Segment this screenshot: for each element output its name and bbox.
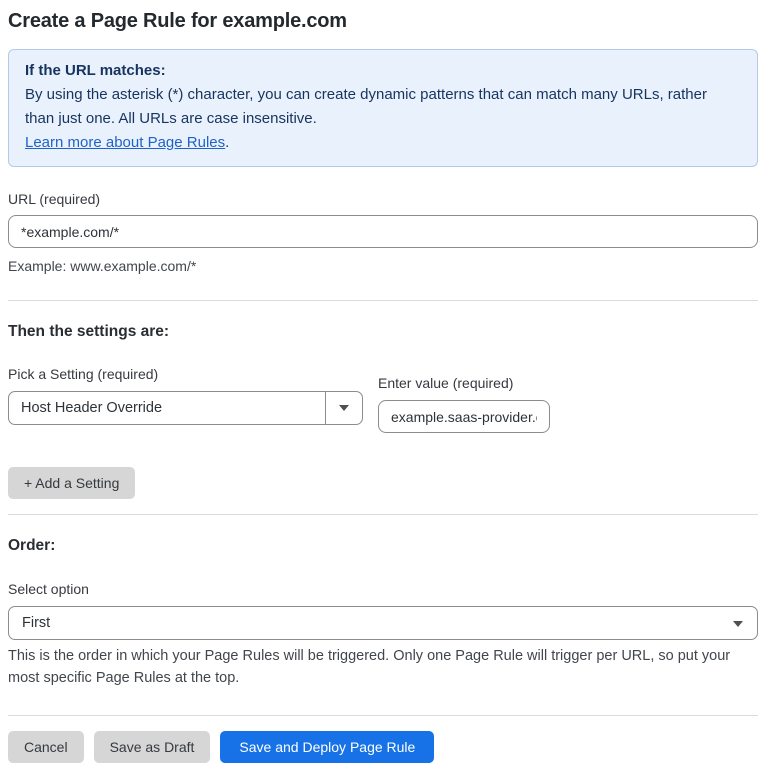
url-label: URL (required) (8, 191, 101, 207)
settings-row: Pick a Setting (required) Host Header Ov… (8, 366, 758, 433)
footer-actions: Cancel Save as Draft Save and Deploy Pag… (8, 731, 758, 763)
learn-more-link[interactable]: Learn more about Page Rules (25, 134, 225, 151)
order-helper-text: This is the order in which your Page Rul… (8, 648, 731, 686)
chevron-down-icon (339, 405, 349, 411)
enter-value-column: Enter value (required) (378, 366, 550, 433)
save-as-draft-button[interactable]: Save as Draft (93, 731, 211, 763)
add-setting-button[interactable]: + Add a Setting (8, 467, 136, 499)
info-box-link-line: Learn more about Page Rules. (25, 131, 741, 155)
url-section: URL (required) Example: www.example.com/… (8, 191, 758, 277)
pick-setting-label: Pick a Setting (required) (8, 366, 159, 382)
setting-value-input[interactable] (378, 400, 550, 433)
page-title: Create a Page Rule for example.com (8, 10, 347, 32)
cancel-button[interactable]: Cancel (8, 731, 84, 763)
divider (8, 300, 758, 301)
divider (8, 514, 758, 515)
create-page-rule-form: Create a Page Rule for example.com If th… (0, 0, 772, 777)
settings-heading: Then the settings are: (8, 323, 170, 340)
chevron-down-icon (733, 621, 743, 627)
info-box: If the URL matches: By using the asteris… (8, 49, 758, 167)
select-option-label: Select option (8, 581, 89, 597)
info-box-body: By using the asterisk (*) character, you… (25, 86, 707, 127)
setting-dropdown[interactable]: Host Header Override (8, 391, 363, 425)
pick-setting-column: Pick a Setting (required) Host Header Ov… (8, 366, 363, 425)
url-example-helper: Example: www.example.com/* (8, 258, 197, 274)
order-heading: Order: (8, 537, 56, 554)
enter-value-label: Enter value (required) (378, 375, 514, 391)
divider (8, 715, 758, 716)
order-select[interactable]: First (8, 606, 758, 640)
setting-dropdown-value: Host Header Override (21, 400, 163, 416)
url-input[interactable] (8, 215, 758, 248)
save-and-deploy-button[interactable]: Save and Deploy Page Rule (220, 731, 435, 763)
setting-dropdown-arrow-button[interactable] (325, 392, 362, 424)
link-period: . (225, 134, 230, 151)
info-box-heading: If the URL matches: (25, 62, 166, 79)
order-select-value: First (22, 615, 51, 631)
